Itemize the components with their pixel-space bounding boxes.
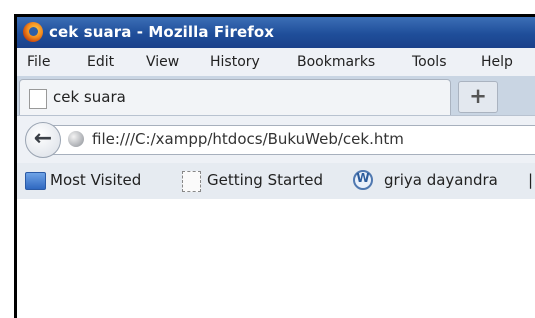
plus-icon: + [469, 84, 487, 108]
page-icon [29, 89, 47, 109]
page-content [17, 199, 535, 318]
bookmark-getting-started[interactable]: Getting Started [207, 171, 323, 189]
tab-label: cek suara [53, 88, 126, 106]
bookmark-most-visited[interactable]: Most Visited [50, 171, 141, 189]
globe-icon [68, 131, 84, 147]
window-title: cek suara - Mozilla Firefox [49, 23, 275, 41]
screenshot-frame: cek suara - Mozilla Firefox File Edit Vi… [0, 0, 535, 318]
firefox-icon [23, 22, 43, 42]
bookmarks-toolbar: Most Visited Getting Started W griya day… [17, 163, 535, 200]
bookmark-separator: | [528, 171, 534, 189]
tab-strip: cek suara + [17, 76, 535, 116]
tab-cek-suara[interactable]: cek suara [19, 79, 451, 116]
bookmark-griya-dayandra[interactable]: griya dayandra [384, 171, 498, 189]
menu-view[interactable]: View [146, 54, 179, 70]
menu-history[interactable]: History [210, 54, 260, 70]
menu-file[interactable]: File [27, 54, 50, 70]
title-bar: cek suara - Mozilla Firefox [17, 17, 535, 48]
folder-icon [25, 172, 46, 190]
menu-tools[interactable]: Tools [412, 54, 447, 70]
url-bar[interactable]: file:///C:/xampp/htdocs/BukuWeb/cek.htm [51, 125, 535, 155]
url-text[interactable]: file:///C:/xampp/htdocs/BukuWeb/cek.htm [92, 130, 404, 148]
wordpress-icon: W [353, 170, 373, 190]
new-tab-button[interactable]: + [458, 81, 498, 113]
back-arrow-icon: ← [33, 126, 53, 151]
menu-edit[interactable]: Edit [87, 54, 114, 70]
menu-help[interactable]: Help [481, 54, 513, 70]
browser-window: cek suara - Mozilla Firefox File Edit Vi… [14, 14, 535, 318]
menu-bookmarks[interactable]: Bookmarks [297, 54, 375, 70]
menu-bar: File Edit View History Bookmarks Tools H… [17, 48, 535, 77]
page-icon [182, 171, 201, 192]
back-button[interactable]: ← [25, 122, 61, 158]
window-content: cek suara - Mozilla Firefox File Edit Vi… [17, 17, 535, 318]
navigation-bar: file:///C:/xampp/htdocs/BukuWeb/cek.htm … [17, 115, 535, 164]
